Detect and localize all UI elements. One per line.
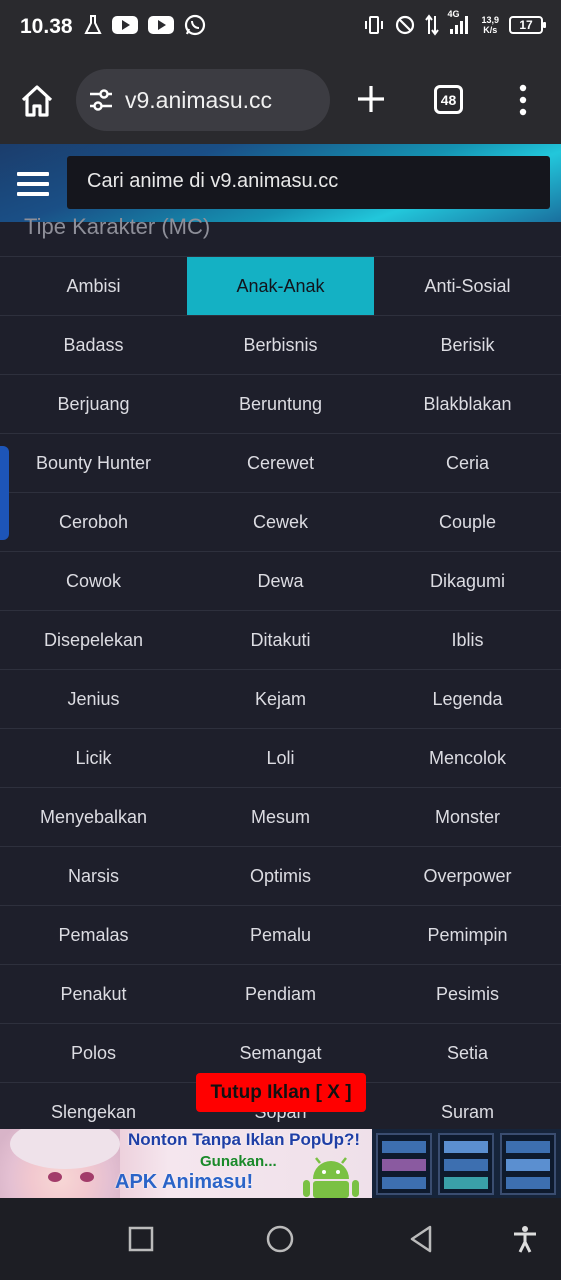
new-tab-icon[interactable]: [356, 84, 386, 114]
home-icon[interactable]: [18, 82, 56, 120]
back-icon[interactable]: [406, 1224, 436, 1254]
character-type-item[interactable]: Ceroboh: [0, 492, 187, 551]
more-menu-icon[interactable]: [515, 83, 531, 117]
network-type: 4G: [447, 9, 460, 19]
character-type-item[interactable]: Cerewet: [187, 433, 374, 492]
character-type-item[interactable]: Couple: [374, 492, 561, 551]
character-type-item[interactable]: Polos: [0, 1023, 187, 1082]
ad-banner[interactable]: Nonton Tanpa Iklan PopUp?! Gunakan... AP…: [0, 1129, 561, 1198]
character-type-item[interactable]: Loli: [187, 728, 374, 787]
site-header: Cari anime di v9.animasu.cc: [0, 144, 561, 222]
vibrate-icon: [363, 15, 385, 35]
android-icon: [300, 1157, 362, 1198]
character-type-item[interactable]: Pendiam: [187, 964, 374, 1023]
character-type-item[interactable]: Berbisnis: [187, 315, 374, 374]
character-type-item[interactable]: Ceria: [374, 433, 561, 492]
character-type-item[interactable]: Pesimis: [374, 964, 561, 1023]
character-type-item[interactable]: Dewa: [187, 551, 374, 610]
character-type-item[interactable]: Anti-Sosial: [374, 256, 561, 315]
ad-line3: APK Animasu!: [115, 1171, 254, 1193]
character-type-item[interactable]: Overpower: [374, 846, 561, 905]
character-type-item[interactable]: Jenius: [0, 669, 187, 728]
character-type-item[interactable]: Monster: [374, 787, 561, 846]
ad-line1: Nonton Tanpa Iklan PopUp?!: [128, 1130, 360, 1149]
character-type-item[interactable]: Badass: [0, 315, 187, 374]
character-type-item[interactable]: Narsis: [0, 846, 187, 905]
address-bar[interactable]: v9.animasu.cc: [76, 69, 330, 131]
close-ad-button[interactable]: Tutup Iklan [ X ]: [196, 1073, 366, 1112]
url-text: v9.animasu.cc: [125, 87, 273, 113]
system-navigation-bar: [0, 1198, 561, 1280]
character-type-item[interactable]: Kejam: [187, 669, 374, 728]
accessibility-icon[interactable]: [510, 1224, 540, 1254]
site-settings-icon[interactable]: [88, 88, 114, 112]
character-type-item[interactable]: Legenda: [374, 669, 561, 728]
status-bar: 10.38 4G 13,9 K/s 17: [0, 0, 561, 56]
do-not-disturb-icon: [395, 15, 415, 35]
character-type-item[interactable]: Blakblakan: [374, 374, 561, 433]
character-type-list: Ambisi Anak-Anak Anti-Sosial Badass Berbisni…: [0, 256, 561, 1141]
character-type-item[interactable]: Menyebalkan: [0, 787, 187, 846]
character-type-item[interactable]: Dikagumi: [374, 551, 561, 610]
clock: 10.38: [20, 15, 73, 38]
home-nav-icon[interactable]: [265, 1224, 295, 1254]
character-type-item[interactable]: Bounty Hunter: [0, 433, 187, 492]
character-type-item[interactable]: Beruntung: [187, 374, 374, 433]
signal-icon: 4G: [447, 9, 471, 35]
character-type-item[interactable]: Iblis: [374, 610, 561, 669]
flask-icon: [84, 14, 102, 36]
character-type-item[interactable]: Mencolok: [374, 728, 561, 787]
network-speed: 13,9 K/s: [481, 15, 499, 35]
youtube-icon: [112, 16, 138, 34]
character-type-grid: Ambisi Anak-Anak Anti-Sosial Badass Berbisni…: [0, 256, 561, 1141]
battery-icon: 17: [509, 16, 546, 34]
character-type-item[interactable]: Ditakuti: [187, 610, 374, 669]
data-transfer-icon: [425, 14, 440, 36]
character-type-item[interactable]: Cewek: [187, 492, 374, 551]
character-type-item[interactable]: Pemalu: [187, 905, 374, 964]
character-type-item[interactable]: Disepelekan: [0, 610, 187, 669]
youtube-icon: [148, 16, 174, 34]
character-type-item[interactable]: Mesum: [187, 787, 374, 846]
browser-toolbar: v9.animasu.cc 48: [0, 56, 561, 144]
ad-line2: Gunakan...: [200, 1153, 277, 1170]
character-type-item[interactable]: Pemimpin: [374, 905, 561, 964]
character-type-item[interactable]: Anak-Anak: [187, 256, 374, 315]
anime-girl-illustration: [0, 1129, 120, 1198]
whatsapp-icon: [184, 14, 206, 36]
character-type-item[interactable]: Licik: [0, 728, 187, 787]
recents-icon[interactable]: [126, 1224, 156, 1254]
notification-icons: [84, 14, 206, 36]
character-type-item[interactable]: Penakut: [0, 964, 187, 1023]
character-type-item[interactable]: Setia: [374, 1023, 561, 1082]
character-type-item[interactable]: Berisik: [374, 315, 561, 374]
character-type-item[interactable]: Cowok: [0, 551, 187, 610]
character-type-item[interactable]: Optimis: [187, 846, 374, 905]
hamburger-menu-icon[interactable]: [17, 172, 49, 196]
tab-count-button[interactable]: 48: [434, 85, 463, 114]
character-type-item[interactable]: Pemalas: [0, 905, 187, 964]
section-title: Tipe Karakter (MC): [24, 214, 211, 239]
side-drawer-handle[interactable]: [0, 446, 9, 540]
character-type-item[interactable]: Berjuang: [0, 374, 187, 433]
app-screenshots: [372, 1129, 561, 1198]
site-search-input[interactable]: Cari anime di v9.animasu.cc: [67, 156, 550, 209]
character-type-item[interactable]: Ambisi: [0, 256, 187, 315]
system-icons: 4G 13,9 K/s 17: [363, 9, 546, 36]
